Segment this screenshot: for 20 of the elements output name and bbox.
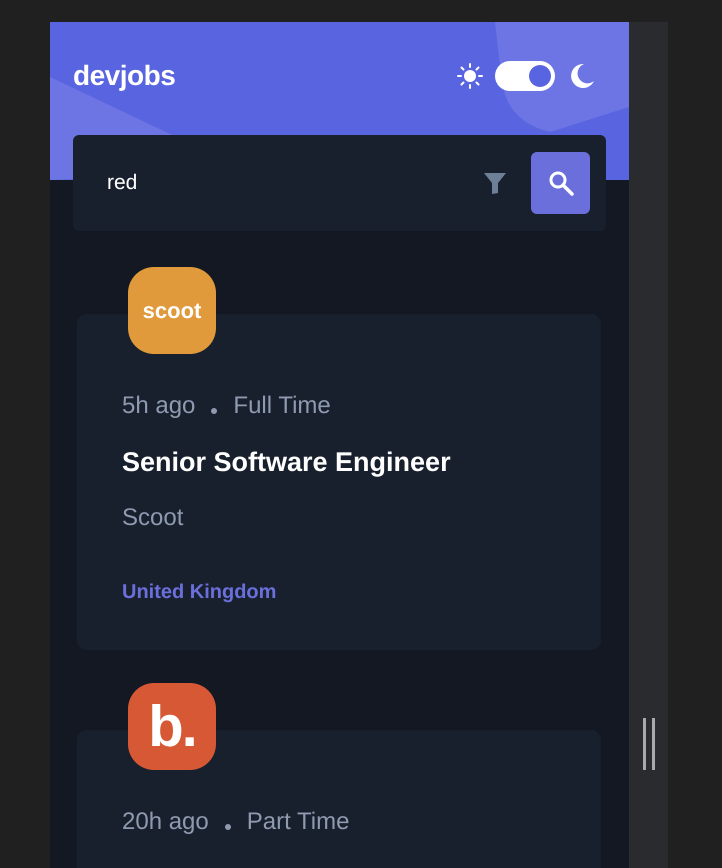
- theme-toggle[interactable]: [495, 61, 555, 91]
- brand-logo: devjobs: [73, 59, 176, 93]
- search-bar[interactable]: red: [73, 135, 606, 231]
- company-name: Scoot: [122, 503, 184, 533]
- separator-dot: [224, 824, 231, 830]
- company-logo: b.: [128, 683, 216, 770]
- search-field[interactable]: red: [107, 163, 483, 203]
- sun-icon: [457, 63, 483, 89]
- search-button[interactable]: [531, 152, 590, 214]
- contract-type: Part Time: [246, 807, 350, 837]
- company-logo: scoot: [128, 267, 216, 354]
- scrollbar-handle[interactable]: [642, 718, 654, 770]
- contract-type: Full Time: [233, 391, 331, 421]
- posted-time: 5h ago: [122, 391, 196, 421]
- search-icon: [548, 170, 574, 196]
- filter-icon[interactable]: [483, 171, 507, 195]
- posted-time: 20h ago: [122, 807, 209, 837]
- job-location: United Kingdom: [122, 580, 276, 605]
- separator-dot: [211, 408, 218, 414]
- job-title[interactable]: Senior Software Engineer: [122, 444, 451, 480]
